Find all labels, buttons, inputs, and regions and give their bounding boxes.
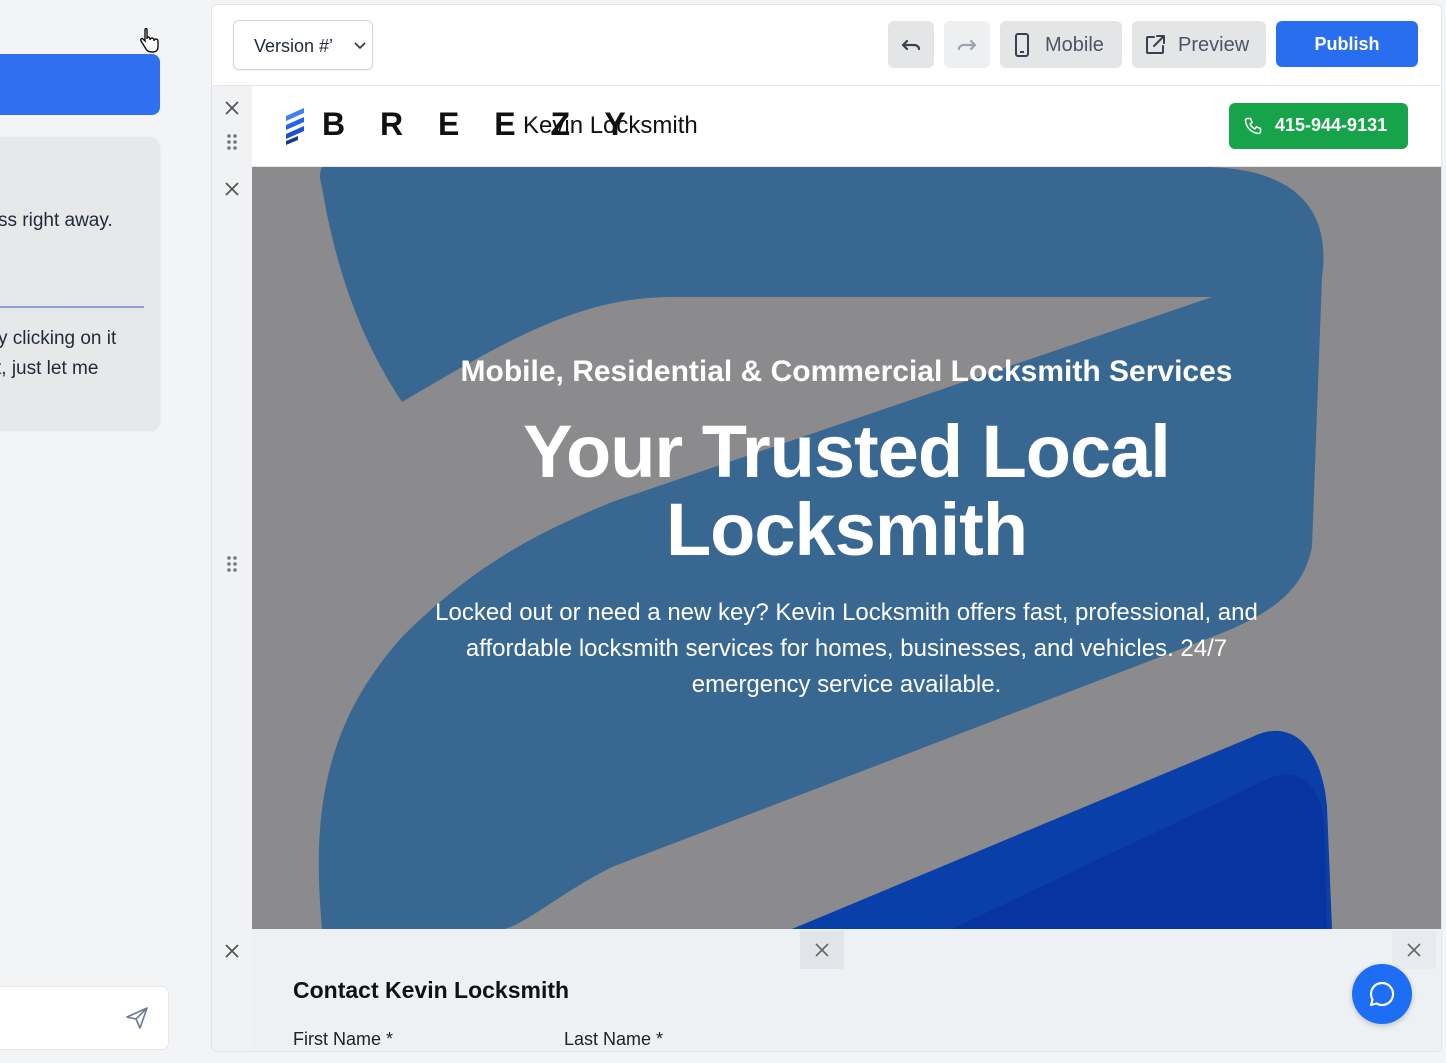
site-header: B R E E Z Y Kevin Locksmith 415-944-9131 (252, 86, 1441, 167)
version-label: Version #’ (254, 36, 334, 56)
last-name-label: Last Name * (564, 1029, 664, 1049)
drag-handle-icon[interactable] (223, 555, 241, 573)
close-icon (1407, 943, 1421, 957)
close-icon[interactable] (223, 99, 241, 117)
drag-handle-icon[interactable] (223, 133, 241, 151)
redo-icon (957, 39, 977, 51)
chat-widget-button[interactable] (1352, 964, 1412, 1024)
mobile-phone-icon (1015, 33, 1029, 57)
contact-section: Contact Kevin Locksmith First Name * Las… (252, 929, 1441, 1051)
remove-element-button[interactable] (800, 931, 844, 969)
close-icon (815, 943, 829, 957)
section-controls-gutter (212, 86, 252, 1051)
hand-cursor-icon (140, 28, 159, 53)
chat-message-text: y clicking on it (0, 328, 117, 349)
preview-button[interactable]: Preview (1132, 21, 1266, 68)
external-link-icon (1146, 35, 1165, 54)
hero-title-line: Locksmith (665, 488, 1028, 571)
chat-message-divider (0, 306, 144, 308)
chat-user-message (0, 54, 160, 115)
message-circle-icon (1369, 981, 1395, 1007)
preview-label: Preview (1178, 34, 1250, 56)
undo-button[interactable] (888, 21, 934, 68)
mobile-view-button[interactable]: Mobile (1000, 21, 1122, 68)
send-icon[interactable] (124, 1005, 150, 1031)
call-button[interactable]: 415-944-9131 (1229, 103, 1408, 149)
chat-panel: ss right away. y clicking on it t, just … (0, 0, 210, 1063)
hero-title-line: Your Trusted Local (523, 410, 1171, 493)
hero-section: Mobile, Residential & Commercial Locksmi… (252, 167, 1441, 929)
chat-message-text: ss right away. (0, 210, 113, 231)
business-name: Kevin Locksmith (523, 112, 698, 139)
phone-number: 415-944-9131 (1275, 115, 1388, 135)
hero-subtitle: Mobile, Residential & Commercial Locksmi… (460, 355, 1233, 388)
hero-title: Your Trusted Local Locksmith (252, 413, 1441, 569)
hero-description: Locked out or need a new key? Kevin Lock… (435, 599, 1258, 698)
chevron-down-icon (354, 42, 366, 50)
site-editor: Version #’ Mobile Preview Publish B R E … (211, 4, 1442, 1052)
first-name-label: First Name * (293, 1029, 394, 1049)
editor-toolbar: Version #’ Mobile Preview Publish (212, 5, 1441, 86)
contact-title: Contact Kevin Locksmith (293, 977, 570, 1003)
mobile-label: Mobile (1045, 34, 1104, 56)
publish-label: Publish (1314, 34, 1380, 54)
publish-button[interactable]: Publish (1276, 21, 1418, 67)
undo-icon (901, 39, 921, 51)
remove-element-button[interactable] (1392, 931, 1436, 969)
breezy-logo-icon (286, 108, 304, 145)
version-select[interactable]: Version #’ (233, 20, 373, 70)
redo-button[interactable] (944, 21, 990, 68)
phone-icon (1244, 117, 1262, 135)
chat-assistant-message (0, 137, 160, 430)
close-icon[interactable] (223, 942, 241, 960)
chat-message-text: t, just let me (0, 358, 99, 379)
site-preview: B R E E Z Y Kevin Locksmith 415-944-9131… (252, 86, 1441, 1051)
close-icon[interactable] (223, 180, 241, 198)
